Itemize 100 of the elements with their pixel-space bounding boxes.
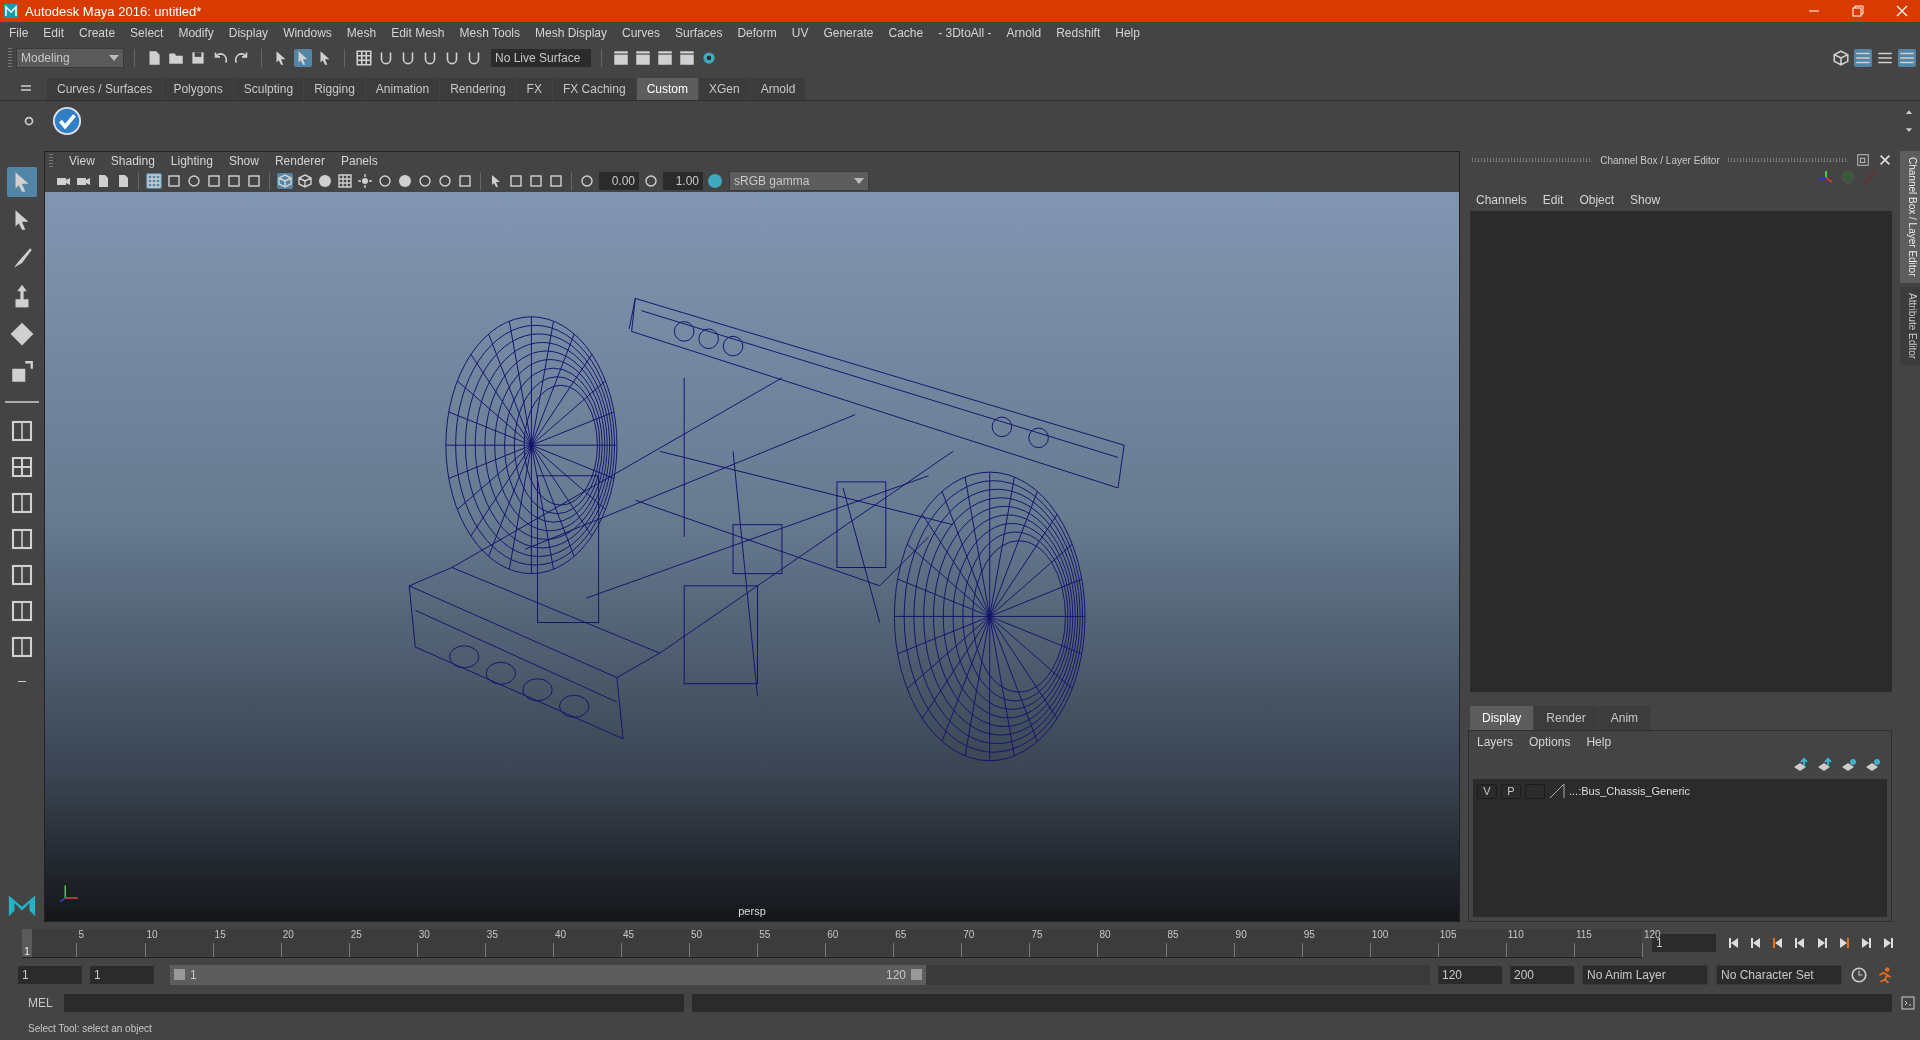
shelf-tab[interactable]: Curves / Surfaces — [47, 78, 163, 100]
range-start-handle[interactable] — [174, 969, 185, 980]
shelf-tab[interactable]: FX — [516, 78, 552, 100]
menu-item[interactable]: Mesh — [346, 26, 377, 40]
menu-item[interactable]: Windows — [283, 26, 332, 40]
menu-item[interactable]: Panels — [340, 154, 378, 168]
menu-item[interactable]: Object — [1579, 193, 1615, 207]
move-layer-up-icon[interactable] — [1793, 757, 1809, 773]
shelf-tab[interactable]: Animation — [365, 78, 440, 100]
shelf-tab[interactable]: XGen — [698, 78, 750, 100]
auto-key-icon[interactable] — [1850, 966, 1868, 984]
menu-item[interactable]: File — [9, 26, 29, 40]
gamma-field[interactable]: 1.00 — [663, 172, 703, 190]
frame-label: 115 — [1575, 928, 1592, 940]
range-start-label: 1 — [190, 968, 197, 982]
shelf-tab[interactable]: Rendering — [440, 78, 516, 100]
range-end-label: 120 — [885, 968, 906, 982]
frame-label: 20 — [282, 928, 294, 940]
menu-item[interactable]: Mesh Display — [535, 26, 608, 40]
shelf-tab[interactable]: Polygons — [163, 78, 233, 100]
menu-item[interactable]: Deform — [737, 26, 777, 40]
color-space-dropdown[interactable]: sRGB gamma — [729, 171, 869, 191]
shelf-tab[interactable]: FX Caching — [552, 78, 636, 100]
grid-icon[interactable] — [146, 173, 162, 189]
lights-icon[interactable] — [357, 173, 373, 189]
menu-item[interactable]: Edit — [1542, 193, 1564, 207]
start-time-field[interactable]: 1 — [18, 966, 82, 984]
menu-item[interactable]: Mesh Tools — [459, 26, 520, 40]
toolbar-grip[interactable] — [8, 48, 12, 68]
frame-label: 60 — [827, 928, 839, 940]
frame-label: 45 — [623, 928, 635, 940]
playback-toggle[interactable]: P — [1501, 783, 1521, 799]
close-icon[interactable] — [1894, 3, 1910, 19]
frame-label: 95 — [1303, 928, 1315, 940]
end-time-field[interactable]: 200 — [1510, 966, 1574, 984]
frame-label: 75 — [1031, 928, 1043, 940]
layer-name[interactable]: ...:Bus_Chassis_Generic — [1569, 785, 1691, 797]
side-tab[interactable]: Attribute Editor — [1900, 286, 1920, 365]
shelf-tab[interactable]: Arnold — [750, 78, 806, 100]
shelf-tab[interactable]: Sculpting — [233, 78, 304, 100]
close-icon[interactable] — [1878, 153, 1892, 167]
layer-editor-tab[interactable]: Anim — [1598, 706, 1651, 730]
menu-item[interactable]: Edit Mesh — [391, 26, 445, 40]
menu-item[interactable]: Help — [1115, 26, 1140, 40]
menu-item[interactable]: Show — [1630, 193, 1661, 207]
menu-item[interactable]: Lighting — [170, 154, 213, 168]
command-language-label[interactable]: MEL — [28, 996, 56, 1010]
menu-item[interactable]: Layers — [1477, 735, 1514, 749]
side-tab[interactable]: Channel Box / Layer Editor — [1900, 151, 1920, 283]
restore-icon[interactable] — [1850, 3, 1866, 19]
menu-item[interactable]: Modify — [178, 26, 214, 40]
color-swatch-icon[interactable] — [1549, 783, 1565, 799]
menu-item[interactable]: Renderer — [274, 154, 325, 168]
frame-label: 55 — [759, 928, 771, 940]
menu-item[interactable]: Channels — [1476, 193, 1527, 207]
menu-item[interactable]: Help — [1586, 735, 1612, 749]
shelf-tab[interactable]: Custom — [636, 78, 698, 100]
menu-item[interactable]: Edit — [43, 26, 65, 40]
layer-editor-tab[interactable]: Render — [1534, 706, 1598, 730]
menu-item[interactable]: Show — [228, 154, 259, 168]
menu-item[interactable]: Create — [79, 26, 116, 40]
visibility-toggle[interactable]: V — [1477, 783, 1497, 799]
layer-editor-tab[interactable]: Display — [1470, 706, 1534, 730]
shelf-tab[interactable]: Rigging — [304, 78, 365, 100]
playback-end-field[interactable]: 120 — [1438, 966, 1502, 984]
new-layer-icon[interactable] — [1841, 757, 1857, 773]
mode-dropdown[interactable]: Modeling — [16, 48, 124, 68]
menu-item[interactable]: Cache — [888, 26, 924, 40]
object-select-icon[interactable] — [294, 49, 312, 67]
grid-snap-icon[interactable] — [355, 49, 373, 67]
character-set-dropdown[interactable]: No Character Set — [1716, 965, 1842, 985]
save-icon[interactable] — [189, 49, 207, 67]
command-input-field[interactable] — [64, 994, 684, 1012]
menu-item[interactable]: Arnold — [1006, 26, 1042, 40]
range-slider[interactable]: 1 120 — [170, 965, 1430, 985]
menu-item[interactable]: Shading — [110, 154, 155, 168]
menu-item[interactable]: Curves — [622, 26, 661, 40]
frame-label: 110 — [1507, 928, 1524, 940]
select-tool-icon[interactable] — [7, 167, 37, 197]
menu-item[interactable]: - 3DtoAll - — [938, 26, 992, 40]
live-surface-field[interactable]: No Live Surface — [491, 49, 591, 67]
anim-layer-dropdown[interactable]: No Anim Layer — [1582, 965, 1708, 985]
menu-item[interactable]: View — [69, 154, 95, 168]
axis-indicator-icon — [59, 883, 79, 903]
menu-item[interactable]: Display — [228, 26, 269, 40]
checkmark-icon[interactable] — [52, 106, 82, 136]
menu-item[interactable]: Redshift — [1056, 26, 1101, 40]
playback-start-field[interactable]: 1 — [90, 966, 154, 984]
running-figure-icon[interactable] — [1876, 966, 1894, 984]
menu-item[interactable]: Surfaces — [675, 26, 723, 40]
menu-item[interactable]: Options — [1529, 735, 1571, 749]
menu-item[interactable]: UV — [791, 26, 809, 40]
wireframe-icon[interactable] — [277, 173, 293, 189]
script-editor-icon[interactable] — [1900, 995, 1916, 1011]
float-panel-icon[interactable] — [1856, 153, 1870, 167]
menu-item[interactable]: Select — [130, 26, 164, 40]
axis-icon[interactable] — [1818, 169, 1834, 185]
exposure-field[interactable]: 0.00 — [599, 172, 639, 190]
menu-item[interactable]: Generate — [823, 26, 874, 40]
range-end-handle[interactable] — [911, 969, 922, 980]
